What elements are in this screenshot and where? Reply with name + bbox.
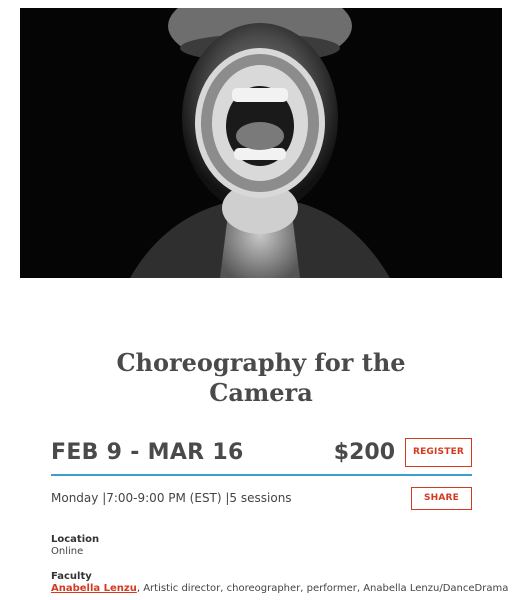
course-price: $200 [333,440,395,465]
share-button[interactable]: SHARE [411,487,472,510]
course-dates: FEB 9 - MAR 16 [51,440,244,465]
course-schedule: Monday |7:00-9:00 PM (EST) |5 sessions [51,491,292,505]
course-title: Choreography for the Camera [0,348,522,408]
register-button[interactable]: REGISTER [405,438,472,467]
location-value: Online [51,546,84,557]
course-title-line-2: Camera [209,378,313,407]
course-title-line-1: Choreography for the [116,348,406,377]
faculty-description: , Artistic director, choreographer, perf… [136,583,509,594]
faculty-entry: Anabella Lenzu, Artistic director, chore… [51,583,508,594]
faculty-label: Faculty [51,571,92,582]
location-label: Location [51,534,100,545]
divider [51,474,472,476]
faculty-name-link[interactable]: Anabella Lenzu [51,583,137,594]
hero-image [20,8,502,278]
hero-photo-illustration [20,8,502,278]
